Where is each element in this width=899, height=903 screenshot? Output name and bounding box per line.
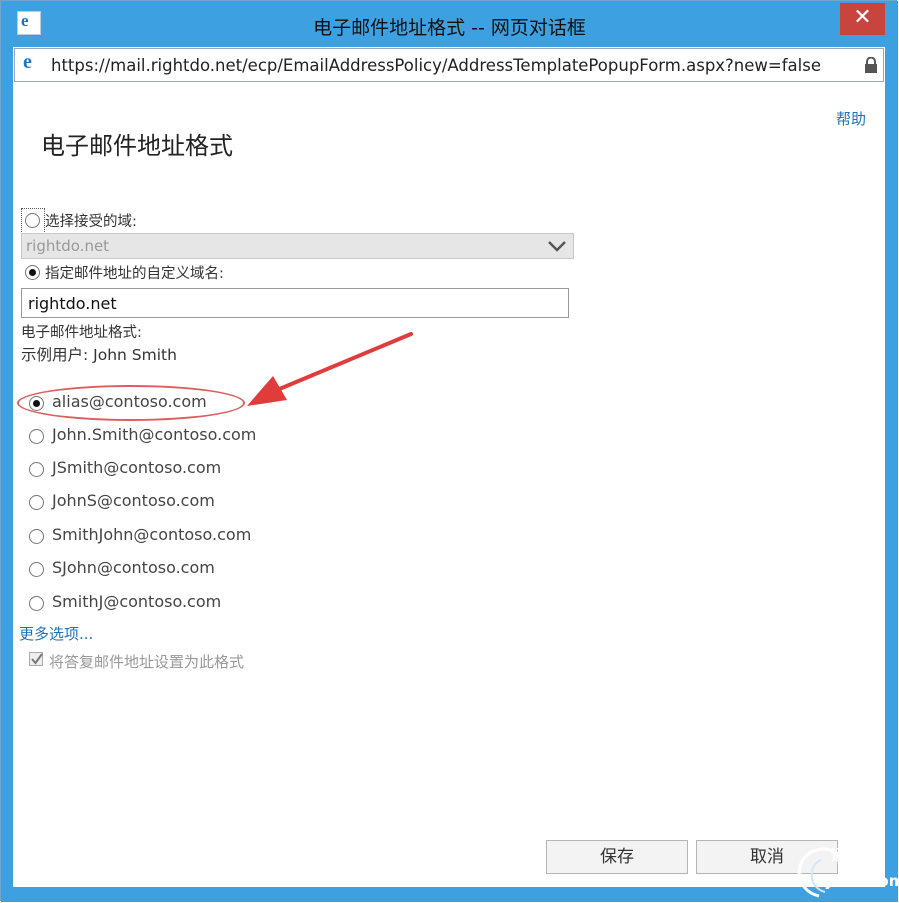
example-user: 示例用户: John Smith [21, 346, 177, 364]
accepted-domain-value: rightdo.net [26, 237, 110, 255]
lock-icon [865, 57, 877, 73]
custom-domain-input[interactable] [28, 290, 558, 316]
address-bar: e https://mail.rightdo.net/ecp/EmailAddr… [14, 48, 884, 82]
watermark-text-cn: 运维网 [831, 846, 877, 864]
title-bar: e 电子邮件地址格式 -- 网页对话框 ✕ [1, 1, 898, 47]
annotation-ellipse [17, 385, 245, 421]
watermark-text-domain: iyunv.com [819, 872, 899, 890]
format-option-radio[interactable] [29, 429, 44, 444]
format-option-label: JSmith@contoso.com [52, 458, 222, 477]
format-option-label: SJohn@contoso.com [52, 558, 215, 577]
more-options-link[interactable]: 更多选项... [19, 623, 93, 644]
custom-domain-radio[interactable] [25, 265, 40, 280]
help-link[interactable]: 帮助 [836, 108, 866, 129]
close-button[interactable]: ✕ [840, 3, 885, 35]
format-option-radio[interactable] [29, 462, 44, 477]
url-text: https://mail.rightdo.net/ecp/EmailAddres… [51, 56, 821, 75]
dialog-window: e 电子邮件地址格式 -- 网页对话框 ✕ e https://mail.rig… [0, 0, 898, 902]
ie-page-icon: e [23, 51, 32, 73]
accepted-domain-radio[interactable] [25, 213, 40, 228]
window-title: 电子邮件地址格式 -- 网页对话框 [313, 17, 586, 39]
reply-address-label: 将答复邮件地址设置为此格式 [49, 653, 245, 671]
format-option-label: SmithJohn@contoso.com [52, 525, 252, 544]
watermark-logo: 运维网 iyunv.com [789, 842, 899, 900]
format-option-radio[interactable] [29, 495, 44, 510]
format-option-label: JohnS@contoso.com [52, 491, 215, 510]
format-label: 电子邮件地址格式: [21, 325, 142, 341]
frame-right [885, 47, 898, 902]
annotation-arrow-icon [247, 332, 413, 406]
reply-address-checkbox[interactable] [29, 652, 43, 666]
custom-domain-label: 指定邮件地址的自定义域名: [45, 266, 224, 282]
frame-bottom [1, 887, 898, 902]
format-option-radio[interactable] [29, 529, 44, 544]
custom-domain-field[interactable] [21, 288, 569, 318]
frame-left [1, 47, 13, 902]
save-button[interactable]: 保存 [546, 840, 688, 874]
chevron-down-icon [548, 241, 566, 252]
page-title: 电子邮件地址格式 [41, 132, 233, 160]
format-option-label: John.Smith@contoso.com [52, 425, 257, 444]
accepted-domain-label: 选择接受的域: [45, 214, 137, 230]
format-option-label: SmithJ@contoso.com [52, 592, 222, 611]
dialog-content: 帮助 电子邮件地址格式 选择接受的域: rightdo.net 指定邮件地址的自… [13, 82, 885, 887]
format-option-radio[interactable] [29, 562, 44, 577]
format-option-radio[interactable] [29, 596, 44, 611]
check-icon [31, 653, 43, 665]
accepted-domain-select[interactable]: rightdo.net [21, 233, 574, 259]
